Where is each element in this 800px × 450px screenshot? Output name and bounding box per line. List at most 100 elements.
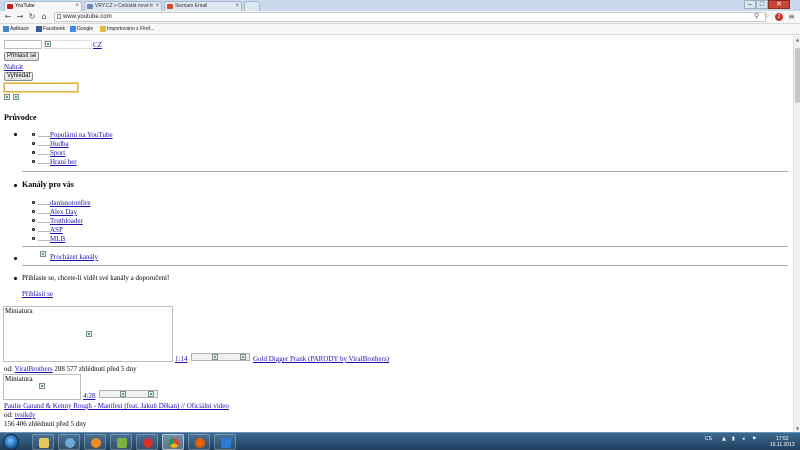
tab-label: YouTube [15,3,35,9]
divider [22,171,788,172]
bookmark-apps[interactable]: Aplikace [3,24,29,34]
channel-item[interactable]: MLB [50,235,65,244]
page-content: CZ Přihlásit se Nahrát Vyhledat Průvodce… [0,36,793,432]
list-circle [32,133,35,136]
new-tab-button[interactable] [244,1,260,11]
search-button[interactable]: Vyhledat [4,72,34,81]
broken-image-icon [148,391,154,397]
video-duration[interactable]: 4:28 [83,392,95,401]
guide-item-popular[interactable]: Populární na YouTube [50,131,113,140]
video-thumbnail[interactable]: Miniatura [3,306,173,362]
youtube-favicon-icon [7,4,13,9]
network-icon[interactable]: ▮ [732,436,735,442]
channel-icon [38,222,50,223]
reload-icon[interactable]: ↻ [27,12,37,22]
scroll-down-icon[interactable]: ▼ [794,425,800,432]
close-window-button[interactable]: ✕ [768,0,790,9]
taskbar-app-icon[interactable] [214,434,236,450]
guide-item-gaming[interactable]: Hraní her [50,158,77,167]
minimize-button[interactable]: – [744,0,756,9]
search-icon[interactable]: ⚲ [752,12,761,21]
video-thumbnail[interactable]: Miniatura [3,374,81,400]
page-icon [57,14,61,19]
tab-close-icon[interactable]: × [235,2,239,11]
video-title-link[interactable]: Paulie Garand & Kenny Rough - Manifest (… [4,402,229,411]
divider [22,265,788,266]
guide-item-music[interactable]: Hudba [50,140,69,149]
home-icon[interactable]: ⌂ [39,12,49,22]
list-bullet [14,257,17,260]
video-title-link[interactable]: Gold Digger Prank (PARODY by ViralBrothe… [253,355,389,364]
back-arrow-icon[interactable]: ← [3,12,13,22]
taskbar-media-player-icon[interactable] [84,434,106,450]
broken-image-icon [240,354,246,360]
taskbar-explorer-icon[interactable] [32,434,54,450]
taskbar-firefox-icon[interactable] [188,434,210,450]
language-indicator[interactable]: CS [705,436,712,442]
video-channel-link[interactable]: tvsikdy [15,411,36,419]
scroll-up-icon[interactable]: ▲ [794,36,800,43]
scroll-thumb[interactable] [795,48,800,103]
video-controls[interactable] [99,390,158,398]
tray-arrow-icon[interactable]: ▲ [722,436,726,442]
broken-image-icon [212,354,218,360]
taskbar-app-icon[interactable] [58,434,80,450]
action-center-icon[interactable]: ⚑ [752,436,756,442]
bookmark-folder-imported[interactable]: Importováno z Firef... [100,24,154,34]
tab-vry[interactable]: VRY.CZ » Celostát nové ti × [84,1,162,11]
taskbar-opera-icon[interactable] [136,434,158,450]
tab-strip: YouTube × VRY.CZ » Celostát nové ti × Se… [0,0,800,11]
bookmark-facebook[interactable]: Facebook [36,24,65,34]
video-controls[interactable] [191,353,250,361]
guide-item-sport[interactable]: Sport [50,149,65,158]
taskbar-chrome-icon[interactable] [162,434,184,450]
search-input[interactable] [3,82,79,93]
country-link[interactable]: CZ [93,41,102,50]
sign-in-button[interactable]: Přihlásit se [4,52,40,61]
guide-item-icon [38,163,50,164]
tab-close-icon[interactable]: × [155,2,159,11]
broken-image-icon [86,331,92,337]
video-by-label: od: [4,411,13,419]
tab-label: VRY.CZ » Celostát nové ti [95,3,153,9]
channels-heading: Kanály pro vás [22,180,74,189]
tab-seznam-email[interactable]: Seznam Email × [164,1,242,11]
channel-item[interactable]: ASP [50,226,63,235]
list-bullet [14,184,17,187]
channel-icon [38,204,50,205]
maximize-button[interactable]: □ [756,0,768,9]
channel-icon [38,231,50,232]
upload-link[interactable]: Nahrát [4,63,23,72]
video-channel-link[interactable]: ViralBrothers [15,365,53,373]
thumbnail-label: Miniatura [5,375,33,383]
bookmark-label: Aplikace [10,26,29,32]
signin-link[interactable]: Přihlásit se [22,290,53,299]
clock[interactable]: 17:52 16.11.2013 [770,436,795,448]
list-circle [32,151,35,154]
bookmark-label: Facebook [43,26,65,32]
tab-youtube[interactable]: YouTube × [4,1,82,11]
list-bullet [14,277,17,280]
tab-close-icon[interactable]: × [75,2,79,11]
bookmark-star-icon[interactable]: ☆ [762,12,771,21]
bookmark-google[interactable]: Google [70,24,93,34]
logo-flag-placeholder [44,40,92,49]
address-bar[interactable]: www.youtube.com [54,12,766,22]
vertical-scrollbar[interactable]: ▲ ▼ [793,36,800,432]
channel-item[interactable]: Alex Day [50,208,77,217]
start-button[interactable] [3,434,19,450]
browse-channels-link[interactable]: Procházet kanály [50,253,98,262]
logo-image-placeholder[interactable] [4,40,42,49]
video-by-label: od: [4,365,13,373]
volume-icon[interactable]: ◂ [742,436,745,442]
extension-badge-icon[interactable]: 2 [775,13,783,21]
menu-icon[interactable]: ≡ [787,12,796,21]
channel-item[interactable]: danisnotonfire [50,199,90,208]
taskbar-app-icon[interactable] [110,434,132,450]
video-meta: od: ViralBrothers 288 577 zhlédnutí před… [4,365,137,374]
video-duration[interactable]: 1:14 [175,355,187,364]
guide-item-icon [38,136,50,137]
page-favicon-icon [87,4,93,9]
channel-item[interactable]: Truthloader [50,217,83,226]
forward-arrow-icon[interactable]: → [15,12,25,22]
